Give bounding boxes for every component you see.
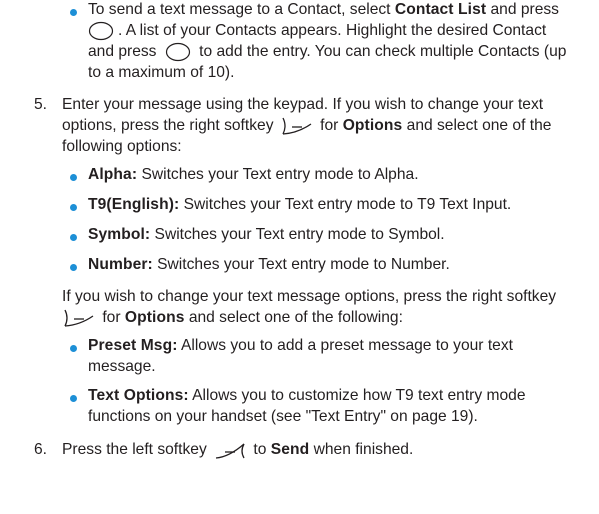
option-number: Number: Switches your Text entry mode to… [88, 256, 450, 273]
bullet-dot [70, 174, 77, 181]
option-alpha: Alpha: Switches your Text entry mode to … [88, 166, 419, 183]
bullet-dot [70, 9, 77, 16]
circle-ok-key-icon [88, 21, 114, 41]
contact-list-line-3: and press to add the entry. You can chec… [88, 42, 567, 62]
manual-page: To send a text message to a Contact, sel… [0, 0, 599, 514]
option-symbol: Symbol: Switches your Text entry mode to… [88, 226, 445, 243]
bullet-dot [70, 395, 77, 402]
right-softkey-icon [280, 116, 314, 136]
option-preset-msg-line-2: message. [88, 358, 156, 375]
bullet-dot [70, 234, 77, 241]
bullet-dot [70, 204, 77, 211]
option-preset-msg-line-1: Preset Msg: Allows you to add a preset m… [88, 337, 513, 354]
contact-list-line-2: . A list of your Contacts appears. Highl… [88, 21, 546, 41]
option-t9-english: T9(English): Switches your Text entry mo… [88, 196, 512, 213]
circle-ok-key-icon [165, 42, 191, 62]
left-softkey-icon [213, 440, 247, 460]
options-term: Options [124, 309, 185, 327]
option-text-options-line-1: Text Options: Allows you to customize ho… [88, 387, 526, 404]
step-number: 6. [34, 441, 48, 458]
step-5-line-3: following options: [62, 138, 182, 155]
bullet-dot [70, 345, 77, 352]
step-number: 5. [34, 96, 48, 113]
step-5-line-1: Enter your message using the keypad. If … [62, 96, 544, 113]
step-6-line-1: Press the left softkey to Send when fini… [62, 440, 414, 460]
contact-list-term: Contact List [394, 1, 487, 18]
options-term: Options [342, 117, 403, 135]
message-options-line-1: If you wish to change your text message … [62, 288, 557, 305]
step-5-line-2: options, press the right softkey for Opt… [62, 116, 552, 136]
bullet-dot [70, 264, 77, 271]
contact-list-line-4: to a maximum of 10). [88, 64, 235, 81]
right-softkey-icon [62, 308, 96, 328]
message-options-line-2: for Options and select one of the follow… [62, 308, 403, 328]
option-text-options-line-2: functions on your handset (see "Text Ent… [88, 408, 478, 425]
send-term: Send [270, 441, 310, 459]
contact-list-line-1: To send a text message to a Contact, sel… [88, 1, 559, 18]
